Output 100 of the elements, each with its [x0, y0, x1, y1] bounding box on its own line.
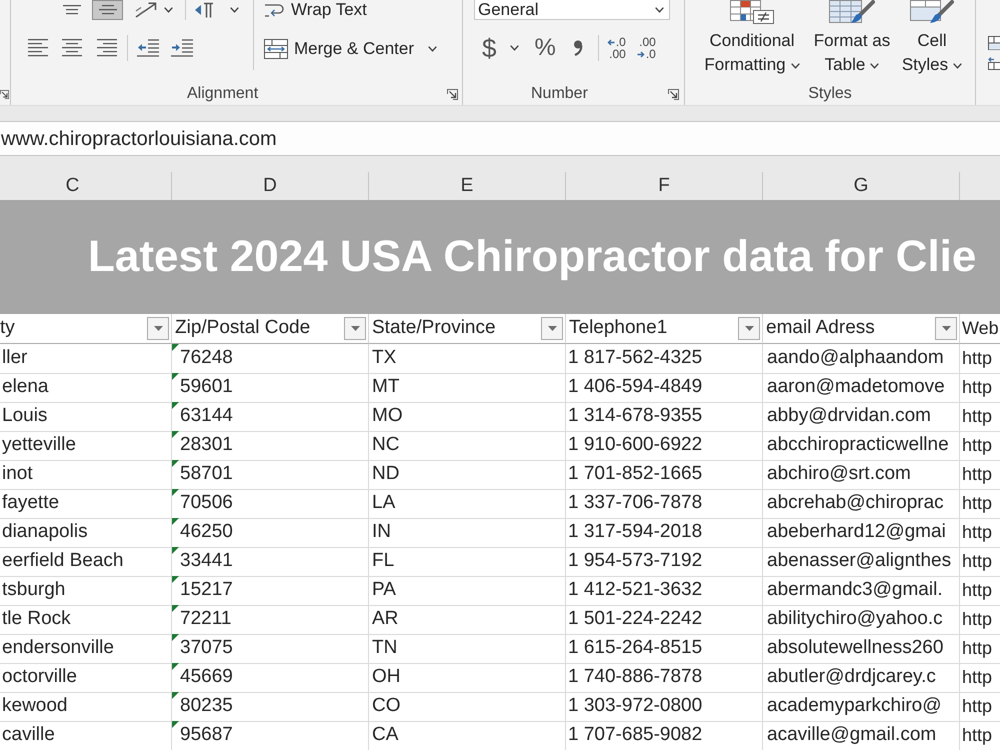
cell-value: NC [372, 433, 400, 457]
cell-value: http [962, 694, 992, 718]
decrease-decimal-button[interactable]: .00 .0 [636, 36, 656, 60]
dropdown-triangle-icon [154, 326, 162, 331]
cell-value: elena [2, 375, 48, 399]
cell-value: CA [372, 723, 398, 747]
dropdown-triangle-icon [350, 326, 360, 331]
comma-icon[interactable] [572, 40, 583, 56]
filter-button[interactable] [935, 317, 957, 340]
filter-button[interactable] [738, 317, 760, 340]
caret-icon[interactable] [510, 45, 520, 51]
cell-value: http [962, 636, 992, 660]
arrow-right-icon [636, 50, 645, 58]
currency-button[interactable]: $ [482, 35, 496, 61]
vertical-align-button[interactable] [92, 0, 123, 20]
cell-value: abilitychiro@yahoo.c [767, 607, 943, 631]
align-left-icon[interactable] [28, 39, 48, 57]
percent-button[interactable]: % [534, 36, 556, 60]
filter-button[interactable] [147, 317, 169, 340]
cell-value: Louis [2, 404, 48, 428]
cell-value: academyparkchiro@ [767, 694, 942, 718]
caret-icon[interactable] [230, 7, 239, 13]
cell-value: abenasser@alignthes [767, 549, 952, 573]
cell-value: TN [372, 636, 398, 660]
number-format-dropdown[interactable]: General [474, 0, 670, 20]
cell-value: acaville@gmail.com [767, 723, 936, 747]
cell-value: eerfield Beach [2, 549, 124, 573]
caret-icon[interactable] [870, 62, 880, 69]
cell-value: 1 412-521-3632 [568, 578, 702, 602]
cell-value: 1 317-594-2018 [568, 520, 702, 544]
grid-icon[interactable] [988, 56, 1000, 70]
cell-value: 80235 [180, 694, 233, 718]
dialog-launcher-icon[interactable] [447, 88, 458, 100]
caret-icon[interactable] [164, 7, 173, 13]
filter-button[interactable] [344, 317, 366, 340]
sheet-title: Latest 2024 USA Chiropractor data for Clie [88, 235, 976, 279]
cell-value: 1 740-886-7878 [568, 665, 702, 689]
formula-bar[interactable]: www.chiropractorlouisiana.com [0, 121, 1000, 156]
cell-value: 1 615-264-8515 [568, 636, 702, 660]
caret-icon[interactable] [428, 46, 437, 52]
caret-icon[interactable] [655, 6, 664, 12]
increase-indent-icon[interactable] [171, 39, 193, 57]
cell-value: 58701 [180, 462, 233, 486]
align-right-icon[interactable] [97, 39, 117, 57]
cell-value: http [962, 434, 992, 457]
cell-value: MO [372, 404, 403, 428]
cell-value: abeberhard12@gmai [767, 520, 946, 544]
column-header[interactable]: E [369, 172, 566, 200]
column-header[interactable]: C [0, 172, 172, 200]
filter-button[interactable] [541, 317, 563, 340]
wrap-arrow-icon [264, 2, 284, 18]
column-header[interactable]: F [566, 172, 763, 200]
cell-value: octorville [2, 665, 77, 689]
column-header[interactable]: G [763, 172, 960, 200]
cell-styles-button[interactable]: Cell Styles [898, 0, 966, 77]
cell-value: TX [372, 346, 396, 370]
cell-value: kewood [2, 694, 68, 718]
paragraph-arrow-icon[interactable] [194, 2, 214, 18]
dropdown-triangle-icon [548, 326, 556, 331]
dropdown-triangle-icon [744, 326, 754, 331]
decrease-indent-icon[interactable] [137, 39, 159, 57]
cell-value: 45669 [180, 665, 233, 689]
dialog-launcher-icon[interactable] [0, 90, 9, 99]
cell-value: 1 707-685-9082 [568, 723, 702, 747]
merge-center-button[interactable]: Merge & Center [262, 35, 439, 63]
cell-value: LA [372, 491, 396, 515]
cell-value: absolutewellness260 [767, 636, 944, 660]
table-brush-icon [829, 0, 875, 24]
column-heading: ty [0, 316, 15, 340]
cell-value: tle Rock [2, 607, 71, 631]
cell-value: 1 314-678-9355 [568, 404, 702, 428]
cell-value: inot [2, 462, 33, 486]
cell-value: 1 501-224-2242 [568, 607, 702, 631]
cell-value: 46250 [180, 520, 233, 544]
wrap-text-button[interactable]: Wrap Text [262, 0, 439, 20]
cell-value: MT [372, 375, 400, 399]
cell-value: 1 303-972-0800 [568, 694, 702, 718]
group-label: Styles [808, 84, 852, 104]
column-header[interactable]: D [172, 172, 369, 200]
increase-decimal-button[interactable]: .0 .00 [606, 36, 626, 60]
cell-value: http [962, 404, 992, 428]
cell-value: 37075 [180, 636, 233, 660]
format-as-table-button[interactable]: Format as Table [810, 0, 894, 77]
cell-value: ND [372, 462, 400, 486]
cell-value: FL [372, 549, 394, 573]
grid-icon[interactable] [988, 36, 1000, 50]
dialog-launcher-icon[interactable] [668, 88, 679, 100]
conditional-formatting-button[interactable]: Conditional Formatting [700, 0, 804, 77]
lines-icon [98, 5, 116, 15]
cell-value: http [962, 376, 992, 399]
cell-value: 63144 [180, 404, 233, 428]
caret-icon[interactable] [790, 62, 800, 69]
cell-value: http [962, 492, 992, 515]
cell-value: abcchiropracticwellne [767, 433, 949, 457]
caret-icon[interactable] [953, 62, 962, 69]
cell-value: 1 954-573-7192 [568, 549, 702, 573]
cell-value: AR [372, 607, 398, 631]
align-center-icon[interactable] [62, 39, 82, 57]
cell-value: dianapolis [2, 520, 88, 544]
diagonal-arrow-icon[interactable] [135, 2, 157, 18]
